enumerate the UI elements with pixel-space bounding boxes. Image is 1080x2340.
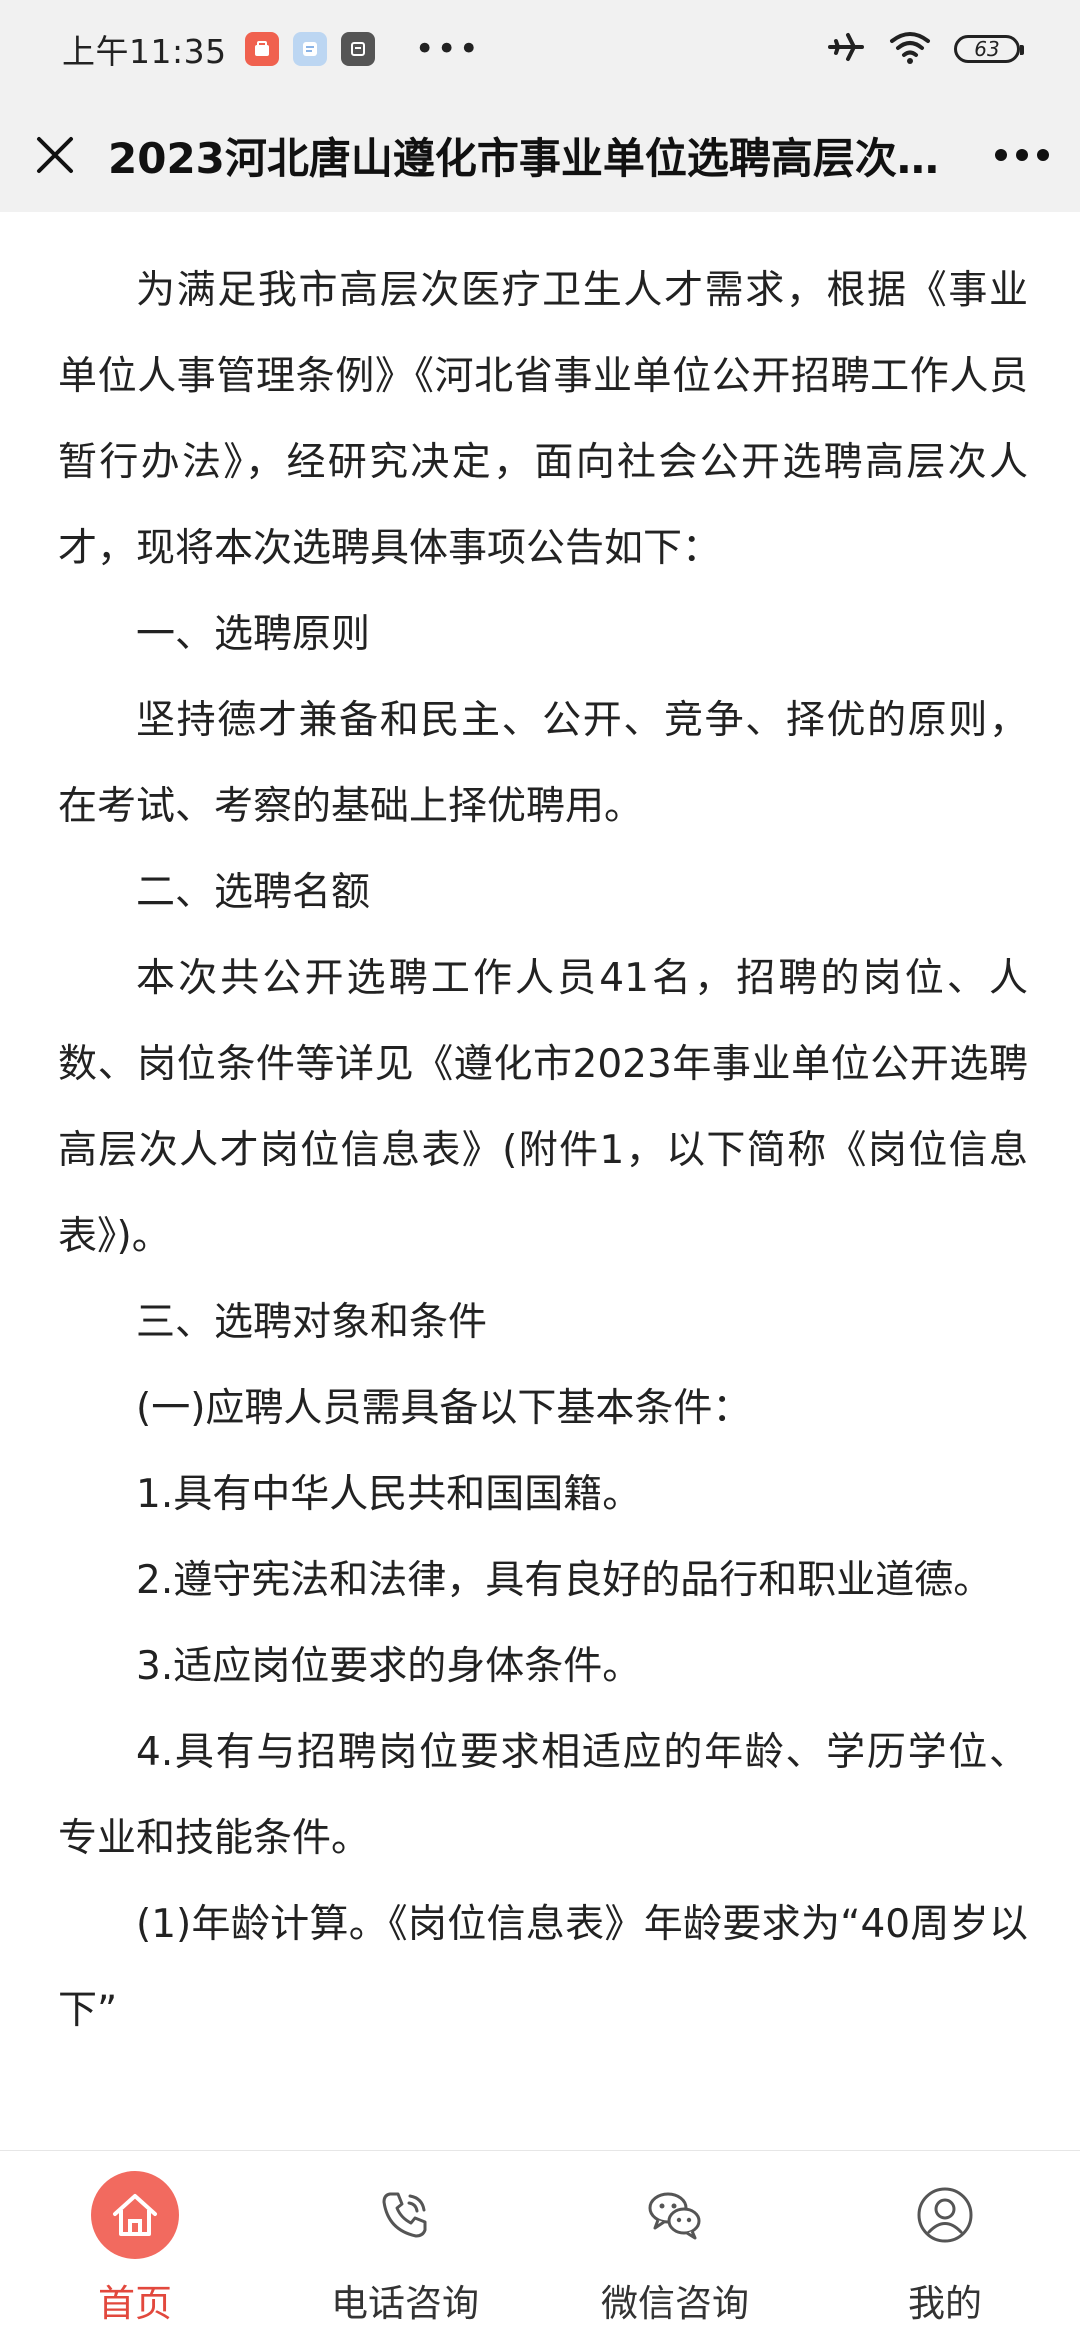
article-scroll-area[interactable]: 为满足我市高层次医疗卫生人才需求，根据《事业单位人事管理条例》《河北省事业单位公… (0, 212, 1080, 2150)
status-right-group: 63 (826, 29, 1024, 69)
tab-mine-label: 我的 (908, 2282, 982, 2325)
page-title: 2023河北唐山遵化市事业单位选聘高层次人才公告 (108, 133, 968, 183)
tab-phone-label: 电话咨询 (331, 2282, 479, 2325)
wechat-icon (648, 2192, 701, 2240)
user-icon (917, 2187, 973, 2243)
article-paragraph: 为满足我市高层次医疗卫生人才需求，根据《事业单位人事管理条例》《河北省事业单位公… (58, 268, 1028, 571)
more-menu-button[interactable] (980, 130, 1050, 180)
article-body: 为满足我市高层次医疗卫生人才需求，根据《事业单位人事管理条例》《河北省事业单位公… (0, 212, 1080, 2054)
tab-home[interactable]: 首页 (0, 2151, 270, 2340)
list-item: 1.具有中华人民共和国国籍。 (136, 1472, 642, 1517)
notification-app-icon-blue (292, 32, 327, 66)
tab-mine[interactable]: 我的 (810, 2151, 1080, 2340)
status-bar: 上午11:35 ••• 63 (0, 0, 1080, 98)
tab-wechat-consult[interactable]: 微信咨询 (540, 2151, 810, 2340)
airplane-mode-icon (826, 29, 866, 69)
section-heading: 二、选聘名额 (136, 870, 371, 915)
section-heading: 一、选聘原则 (136, 612, 371, 657)
section-heading: 三、选聘对象和条件 (136, 1300, 488, 1345)
notification-app-icon-mi (340, 32, 375, 66)
home-icon-wrap (91, 2171, 179, 2259)
tab-home-label: 首页 (98, 2282, 172, 2325)
close-icon (37, 137, 73, 173)
status-time: 上午11:35 (62, 32, 227, 71)
nav-bar: 2023河北唐山遵化市事业单位选聘高层次人才公告 (0, 98, 1080, 212)
close-button[interactable] (30, 130, 80, 180)
list-item: 4.具有与招聘岗位要求相适应的年龄、学历学位、专业和技能条件。 (58, 1730, 1028, 1861)
list-item: 3.适应岗位要求的身体条件。 (136, 1644, 642, 1689)
wechat-icon-wrap (631, 2171, 719, 2259)
battery-level: 63 (974, 37, 1000, 61)
home-icon (113, 2194, 157, 2236)
tab-phone-consult[interactable]: 电话咨询 (270, 2151, 540, 2340)
sub-heading: (一)应聘人员需具备以下基本条件： (136, 1386, 752, 1431)
bottom-tab-bar: 首页 电话咨询 微信咨询 我的 (0, 2150, 1080, 2340)
status-more-dots: ••• (414, 29, 481, 69)
article-paragraph: 坚持德才兼备和民主、公开、竞争、择优的原则，在考试、考察的基础上择优聘用。 (58, 698, 1028, 829)
battery-indicator: 63 (954, 35, 1024, 63)
tab-wechat-label: 微信咨询 (601, 2282, 749, 2325)
phone-icon (382, 2192, 427, 2238)
article-paragraph: 本次共公开选聘工作人员41名，招聘的岗位、人数、岗位条件等详见《遵化市2023年… (58, 956, 1028, 1259)
wifi-icon (888, 29, 932, 69)
notification-app-icon-red (244, 32, 279, 66)
more-dots-icon (995, 149, 1049, 161)
phone-icon-wrap (361, 2171, 449, 2259)
list-item: (1)年龄计算。《岗位信息表》年龄要求为“40周岁以下” (58, 1902, 1028, 2033)
user-icon-wrap (901, 2171, 989, 2259)
list-item: 2.遵守宪法和法律，具有良好的品行和职业道德。 (136, 1558, 993, 1603)
